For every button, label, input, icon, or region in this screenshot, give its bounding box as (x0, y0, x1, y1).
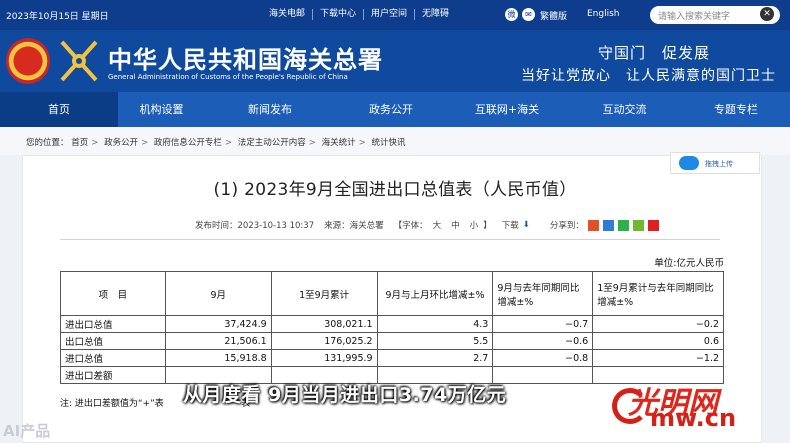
gmw-logo-domain: mw.cn (650, 404, 737, 432)
site-title[interactable]: 中华人民共和国海关总署 (108, 40, 383, 75)
font-label: 【字体： (393, 221, 428, 231)
header-item: 项 目 (60, 271, 166, 316)
share-weibo-icon[interactable] (587, 219, 599, 231)
breadcrumb-prefix: 您的位置： (26, 138, 69, 148)
cell: 131,995.9 (270, 349, 378, 367)
utility-links: 海关电邮 下载中心 用户空间 无障碍 (262, 9, 456, 20)
breadcrumb-flash[interactable]: 统计快讯 (371, 138, 405, 148)
video-caption: 从月度看 9月当月进出口3.74万亿元 (183, 384, 507, 406)
row-label: 进出口差额 (60, 366, 166, 384)
unit-label: 单位:亿元人民币 (654, 258, 724, 269)
search-input[interactable]: 请输入搜索关键字 ✕ (650, 6, 780, 24)
share-renren-icon[interactable] (647, 219, 659, 231)
cell: −0.6 (492, 332, 594, 350)
cell: 4.3 (376, 315, 494, 333)
weibo-icon[interactable]: 微 (505, 8, 518, 21)
row-label: 出口总值 (60, 332, 166, 350)
header-yoy: 9月与去年同期同比增减±% (492, 271, 594, 316)
cell: 2.7 (376, 349, 494, 367)
link-traditional[interactable]: 繁體版 (540, 9, 567, 22)
current-date: 2023年10月15日 星期日 (6, 12, 109, 22)
row-label: 进口总值 (60, 349, 166, 367)
note-text: 注: 进出口差额值为“+”表 (60, 399, 164, 409)
nav-internet-customs[interactable]: 互联网+海关 (447, 92, 567, 127)
nav-home[interactable]: 首页 (0, 92, 118, 127)
font-medium[interactable]: 中 (451, 219, 460, 231)
breadcrumb-statutory[interactable]: 法定主动公开内容 (238, 138, 306, 148)
drag-upload-button[interactable]: 拖拽上传 (670, 152, 760, 174)
cell: 0.6 (592, 332, 724, 350)
header-ytd-yoy: 1至9月累计与去年同期同比增减±% (592, 271, 724, 316)
header-september: 9月 (164, 271, 272, 316)
slogan-line-2: 当好让党放心 让人民满意的国门卫士 (521, 68, 776, 84)
share-wechat-icon[interactable] (617, 219, 629, 231)
customs-emblem-icon (60, 40, 98, 82)
row-label: 进出口总值 (60, 315, 166, 333)
font-small[interactable]: 小 (470, 219, 479, 231)
cell: −0.7 (492, 315, 594, 333)
download-arrow-icon[interactable]: ⬇ (523, 220, 530, 230)
article-meta: 发布时间：2023-10-13 10:37 来源：海关总署 【字体： 大 中 小… (195, 219, 659, 231)
font-close: 】 (483, 221, 492, 231)
nav-news[interactable]: 新闻发布 (205, 92, 335, 127)
breadcrumb-statistics[interactable]: 海关统计 (322, 138, 356, 148)
drag-upload-label: 拖拽上传 (705, 160, 733, 168)
search-placeholder: 请输入搜索关键字 (658, 12, 731, 22)
main-nav: 首页 机构设置 新闻发布 政务公开 互联网+海关 互动交流 专题专栏 (0, 92, 790, 127)
search-icon[interactable]: ✕ (760, 7, 774, 21)
meta-divider (60, 239, 720, 240)
download-link[interactable]: 下载 (502, 219, 519, 231)
link-english[interactable]: English (587, 9, 620, 19)
table-row: 出口总值 21,506.1 176,025.2 5.5 −0.6 0.6 (60, 332, 724, 350)
share-douban-icon[interactable] (632, 219, 644, 231)
breadcrumb-info-disclosure[interactable]: 政府信息公开专栏 (154, 138, 222, 148)
cell: 176,025.2 (270, 332, 378, 350)
slogan-line-1: 守国门 促发展 (598, 44, 711, 62)
link-download-center[interactable]: 下载中心 (313, 9, 365, 20)
link-customs-mail[interactable]: 海关电邮 (262, 9, 314, 20)
cell: 21,506.1 (164, 332, 272, 350)
nav-special-topics[interactable]: 专题专栏 (682, 92, 790, 127)
cell: −0.2 (592, 315, 724, 333)
breadcrumb-gov-affairs[interactable]: 政务公开 (104, 138, 138, 148)
ai-product-badge: AI产品 (3, 422, 51, 440)
publish-time: 发布时间：2023-10-13 10:37 (195, 221, 315, 231)
table-row: 进口总值 15,918.8 131,995.9 2.7 −0.8 −1.2 (60, 349, 724, 367)
site-header: 中华人民共和国海关总署 General Administration of Cu… (0, 30, 790, 92)
table-header-row: 项 目 9月 1至9月累计 9月与上月环比增减±% 9月与去年同期同比增减±% … (60, 271, 724, 316)
link-accessibility[interactable]: 无障碍 (415, 9, 456, 20)
header-ytd: 1至9月累计 (270, 271, 378, 316)
breadcrumb-home[interactable]: 首页 (71, 138, 88, 148)
nav-institutions[interactable]: 机构设置 (118, 92, 205, 127)
font-large[interactable]: 大 (433, 219, 442, 231)
breadcrumb: 您的位置： 首页 > 政务公开 > 政府信息公开专栏 > 法定主动公开内容 > 海关统计… (0, 127, 790, 155)
nav-interaction[interactable]: 互动交流 (567, 92, 682, 127)
table-row: 进出口总值 37,424.9 308,021.1 4.3 −0.7 −0.2 (60, 315, 724, 333)
nav-gov-affairs[interactable]: 政务公开 (335, 92, 447, 127)
share-qzone-icon[interactable] (602, 219, 614, 231)
link-user-space[interactable]: 用户空间 (364, 9, 416, 20)
site-subtitle: General Administration of Customs of the… (108, 73, 348, 81)
cloud-icon (679, 156, 699, 170)
cell: 37,424.9 (164, 315, 272, 333)
top-utility-bar: 2023年10月15日 星期日 海关电邮 下载中心 用户空间 无障碍 微 ✉ 繁… (0, 0, 790, 30)
cell: 5.5 (376, 332, 494, 350)
article-title: (1) 2023年9月全国进出口总值表（人民币值） (213, 180, 577, 200)
header-mom: 9月与上月环比增减±% (376, 271, 494, 316)
national-emblem-icon (6, 38, 50, 84)
wechat-icon[interactable]: ✉ (522, 8, 535, 21)
cell: 308,021.1 (270, 315, 378, 333)
article-source: 来源：海关总署 (324, 221, 384, 231)
cell: 15,918.8 (164, 349, 272, 367)
cell: −1.2 (592, 349, 724, 367)
cell (492, 366, 594, 384)
share-label: 分享到： (549, 221, 584, 231)
trade-value-table: 项 目 9月 1至9月累计 9月与上月环比增减±% 9月与去年同期同比增减±% … (60, 271, 724, 384)
cell: −0.8 (492, 349, 594, 367)
